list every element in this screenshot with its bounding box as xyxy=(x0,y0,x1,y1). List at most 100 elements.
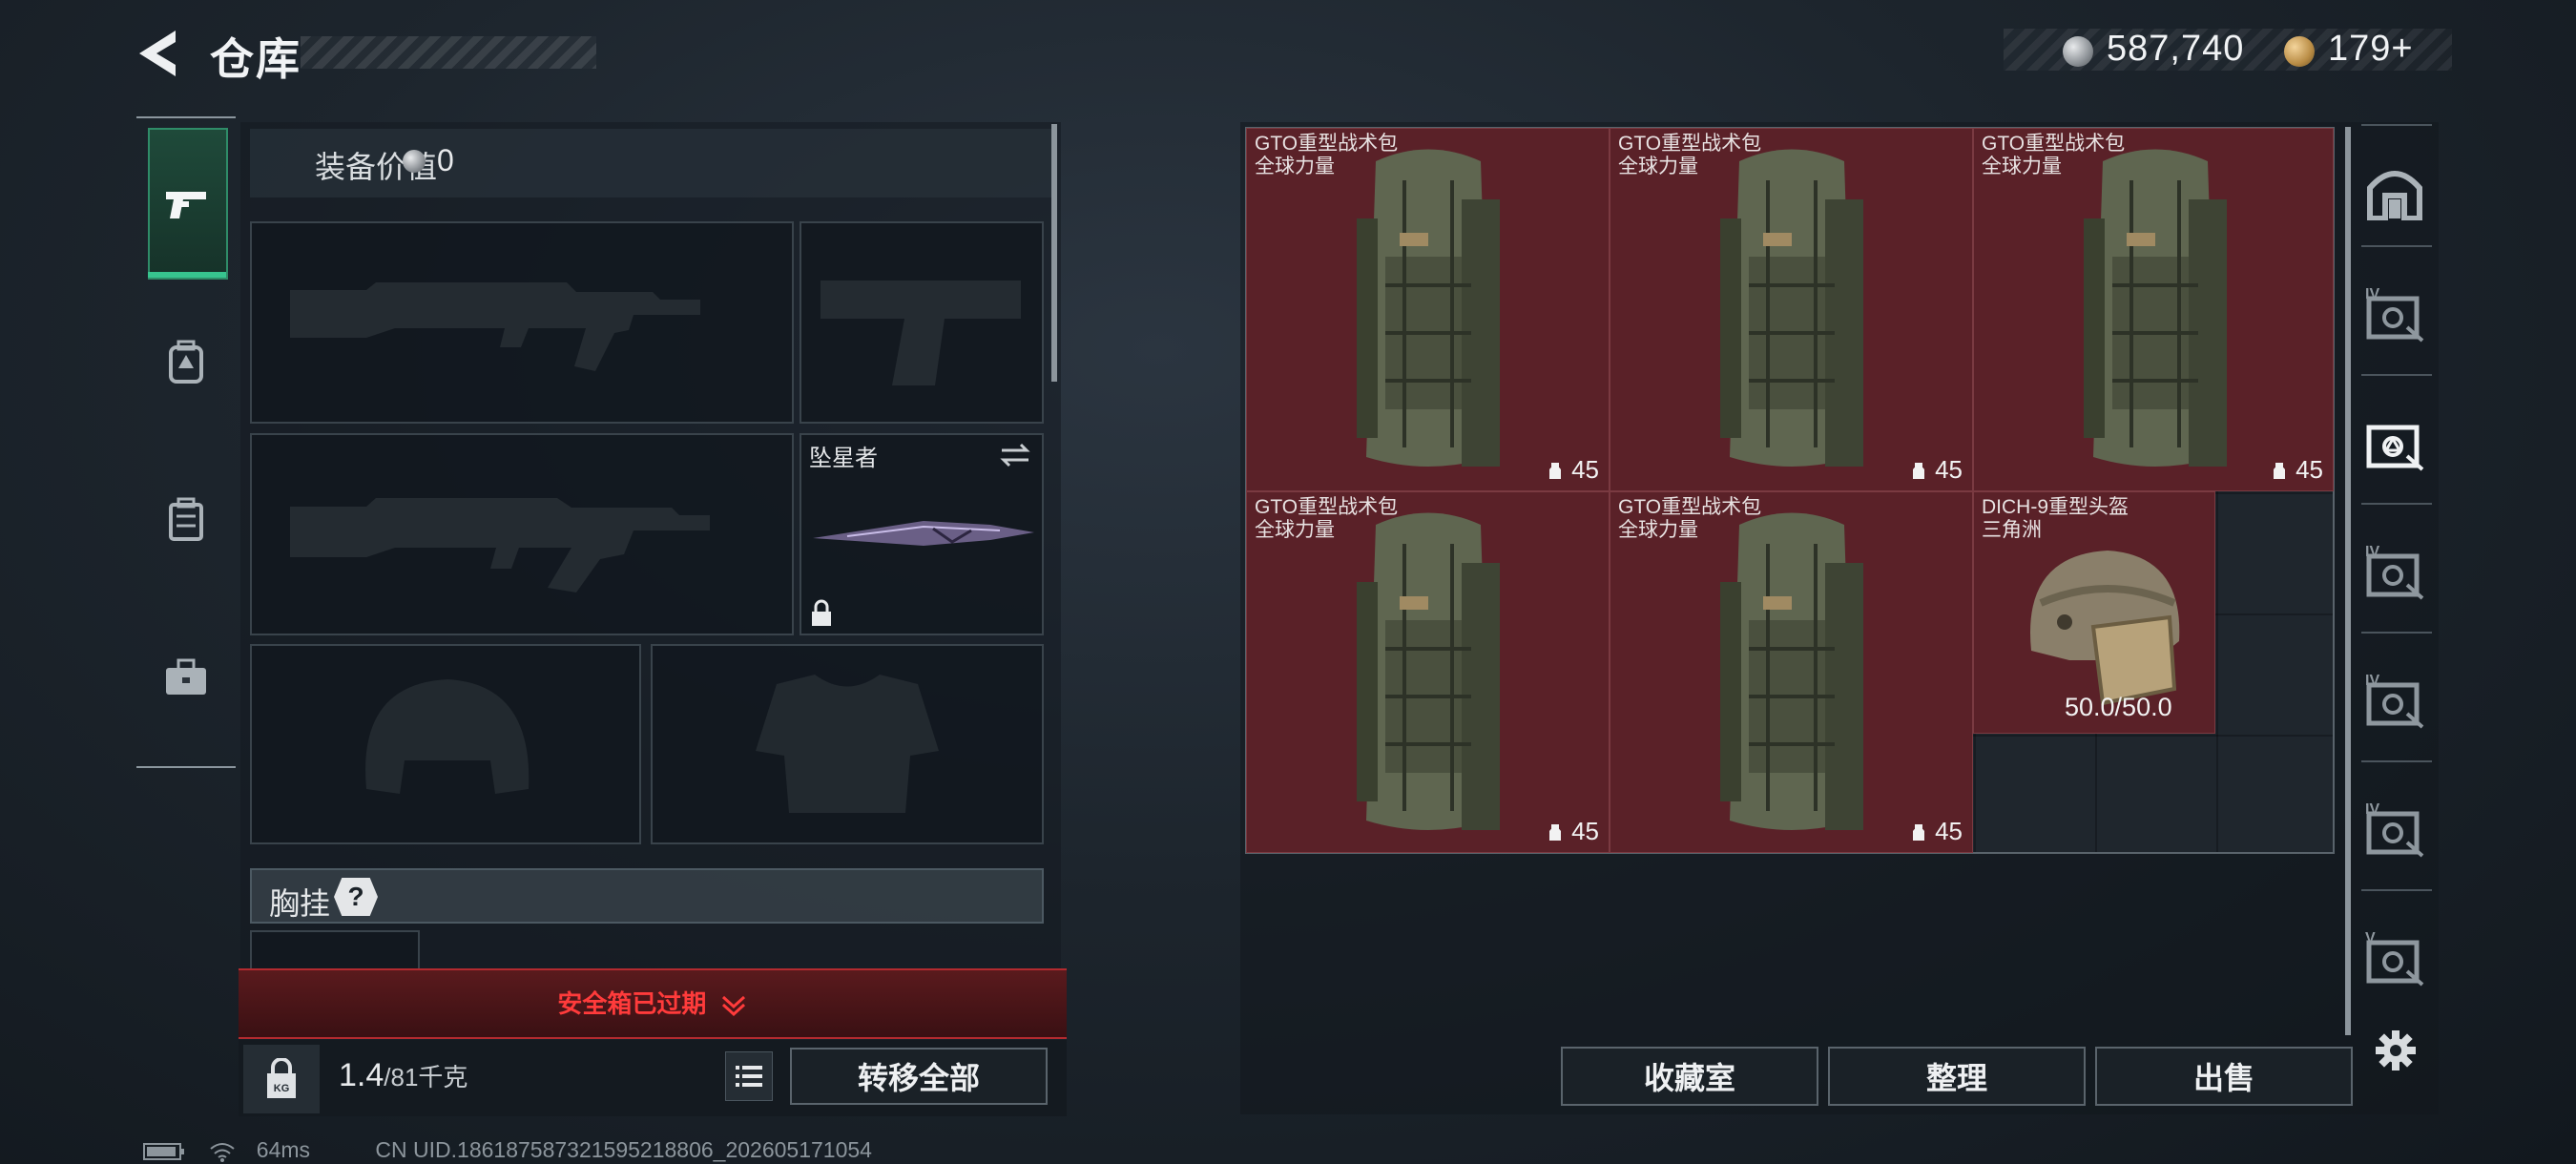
pistol-icon xyxy=(157,177,215,234)
storage-tier-label: IV xyxy=(2365,286,2379,302)
storage-box-icon: IV xyxy=(2365,286,2424,343)
list-view-button[interactable] xyxy=(725,1051,773,1101)
rifle-silhouette-icon xyxy=(290,498,710,592)
briefcase-icon[interactable] xyxy=(157,649,215,706)
item-count-value: 45 xyxy=(2296,455,2323,484)
storage-tier-label: IV xyxy=(2365,801,2379,818)
sidearm-slot[interactable] xyxy=(800,221,1044,424)
gear-icon[interactable] xyxy=(2374,1029,2418,1072)
right-tab-divider xyxy=(2361,503,2432,505)
count-icon xyxy=(2274,462,2286,479)
storage-box-icon xyxy=(2366,425,2424,471)
item-count-value: 45 xyxy=(1571,455,1599,484)
tab-storage-box[interactable]: IV xyxy=(2361,539,2428,606)
currency-silver-value: 587,740 xyxy=(2107,29,2245,69)
item-count-value: 45 xyxy=(1935,455,1963,484)
item-count-value: 45 xyxy=(1935,817,1963,845)
tab-stash-home[interactable] xyxy=(2361,160,2428,227)
sell-button[interactable]: 出售 xyxy=(2095,1047,2353,1106)
melee-item-name: 坠星者 xyxy=(809,446,878,471)
stash-item[interactable]: GTO重型战术包 全球力量 45 xyxy=(1973,128,2334,491)
tab-storage-box[interactable]: IV xyxy=(2361,668,2428,735)
weight-capacity: /81千克 xyxy=(384,1063,468,1091)
item-title: GTO重型战术包 xyxy=(1255,496,1399,518)
currency-gold-value[interactable]: 179+ xyxy=(2328,29,2414,70)
right-tab-divider xyxy=(2361,889,2432,891)
item-subtitle: 全球力量 xyxy=(1618,519,1698,541)
help-icon[interactable]: ? xyxy=(334,878,378,916)
stash-item[interactable]: GTO重型战术包 全球力量 45 xyxy=(1610,491,1973,853)
loadout-scrollbar[interactable] xyxy=(1051,124,1057,382)
item-name: GTO重型战术包 全球力量 xyxy=(1255,496,1398,542)
carry-weight: 1.4/81千克 xyxy=(339,1057,467,1094)
tab-storage-box[interactable]: IV xyxy=(2361,281,2428,348)
backpack-item-icon xyxy=(1357,512,1500,830)
storage-box-icon: IV xyxy=(2365,673,2424,729)
item-title: GTO重型战术包 xyxy=(1618,133,1762,155)
tab-storage-box[interactable]: V xyxy=(2361,925,2428,992)
stash-item[interactable]: GTO重型战术包 全球力量 45 xyxy=(1246,128,1610,491)
item-durability: 50.0/50.0 xyxy=(2065,693,2172,721)
back-arrow-icon[interactable] xyxy=(134,27,181,80)
item-name: GTO重型战术包 全球力量 xyxy=(1618,133,1761,178)
storage-tier-label: IV xyxy=(2365,544,2379,560)
right-tab-divider xyxy=(2361,760,2432,762)
item-count: 45 xyxy=(1908,455,1963,485)
backpack-icon[interactable] xyxy=(157,334,215,391)
title-stripe-decoration xyxy=(301,36,596,69)
stash-item[interactable]: GTO重型战术包 全球力量 45 xyxy=(1610,128,1973,491)
collection-room-button[interactable]: 收藏室 xyxy=(1561,1047,1818,1106)
item-subtitle: 全球力量 xyxy=(1255,156,1335,177)
case-icon[interactable] xyxy=(157,491,215,549)
weight-lock-icon: KG xyxy=(267,1058,296,1098)
item-name: DICH-9重型头盔 三角洲 xyxy=(1982,496,2129,542)
armor-slot[interactable] xyxy=(651,644,1044,844)
stash-item[interactable]: GTO重型战术包 全球力量 45 xyxy=(1246,491,1610,853)
item-title: DICH-9重型头盔 xyxy=(1982,496,2129,518)
helmet-item-icon xyxy=(2030,551,2180,706)
silver-coin-icon xyxy=(403,150,426,173)
item-count: 45 xyxy=(1545,817,1599,846)
gold-coin-icon xyxy=(2284,36,2315,67)
right-tab-divider xyxy=(2361,632,2432,634)
page-title: 仓库 xyxy=(210,34,301,84)
count-icon xyxy=(1913,823,1925,841)
weight-lock-button[interactable]: KG xyxy=(243,1045,320,1113)
swap-arrows-icon[interactable] xyxy=(998,441,1032,469)
tab-storage-box[interactable] xyxy=(2361,410,2428,477)
backpack-item-icon xyxy=(2084,149,2227,467)
rifle-silhouette-icon xyxy=(290,282,700,371)
helmet-slot[interactable] xyxy=(250,644,641,844)
item-name: GTO重型战术包 全球力量 xyxy=(1982,133,2125,178)
safe-box-status-text: 安全箱已过期 xyxy=(557,989,707,1018)
organize-button[interactable]: 整理 xyxy=(1828,1047,2086,1106)
storage-box-icon: IV xyxy=(2365,544,2424,600)
primary-weapon-slot[interactable] xyxy=(250,221,794,424)
chevron-down-icon xyxy=(721,996,745,1017)
knife-icon xyxy=(813,521,1034,546)
item-title: GTO重型战术包 xyxy=(1618,496,1762,518)
item-title: GTO重型战术包 xyxy=(1255,133,1399,155)
storage-box-icon: IV xyxy=(2365,801,2424,858)
item-count: 45 xyxy=(1908,817,1963,846)
stash-item[interactable]: DICH-9重型头盔 三角洲 50.0/50.0 xyxy=(1973,491,2215,734)
chest-rig-slot[interactable] xyxy=(250,930,420,970)
secondary-weapon-slot[interactable] xyxy=(250,433,794,635)
armor-silhouette-icon xyxy=(756,675,939,813)
status-line: 64ms CN UID.18618758732159521​8806_20260… xyxy=(143,1137,872,1163)
battery-icon xyxy=(143,1142,184,1160)
right-tab-divider xyxy=(2361,374,2432,376)
melee-slot[interactable]: 坠星者 xyxy=(800,433,1044,635)
lock-icon xyxy=(812,599,831,626)
item-name: GTO重型战术包 全球力量 xyxy=(1618,496,1761,542)
weight-current: 1.4 xyxy=(339,1057,384,1093)
stash-home-icon xyxy=(2367,171,2422,220)
stash-scrollbar[interactable] xyxy=(2345,127,2351,1035)
equip-value: 0 xyxy=(437,143,454,177)
list-icon xyxy=(736,1066,762,1087)
tab-storage-box[interactable]: IV xyxy=(2361,797,2428,863)
item-name: GTO重型战术包 全球力量 xyxy=(1255,133,1398,178)
transfer-all-button[interactable]: 转移全部 xyxy=(790,1048,1048,1105)
tab-active-indicator xyxy=(148,272,226,278)
item-subtitle: 全球力量 xyxy=(1255,519,1335,541)
